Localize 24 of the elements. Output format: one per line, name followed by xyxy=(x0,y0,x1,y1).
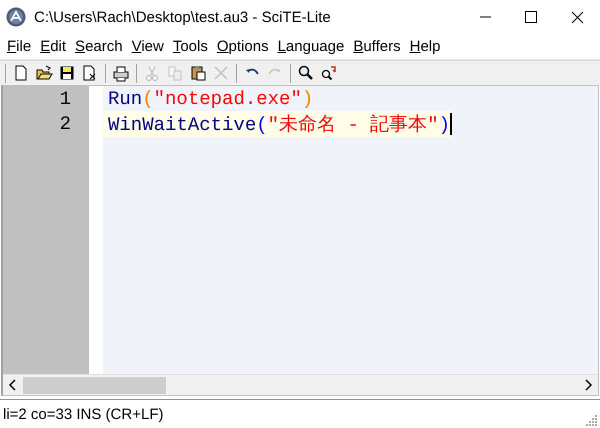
replace-icon[interactable] xyxy=(320,64,338,82)
menu-item[interactable]: Edit xyxy=(36,38,70,55)
menu-item[interactable]: File xyxy=(3,38,36,55)
window-title: C:\Users\Rach\Desktop\test.au3 - SciTE-Lite xyxy=(34,8,332,26)
search-icon[interactable] xyxy=(297,64,315,82)
scrollbar-thumb[interactable] xyxy=(23,376,166,394)
menu-item[interactable]: Search xyxy=(71,38,127,55)
resize-grip-icon[interactable] xyxy=(586,414,598,426)
line-number: 1 xyxy=(58,86,72,111)
menu-item[interactable]: Language xyxy=(274,38,348,55)
line-number: 2 xyxy=(58,112,72,136)
menu-item[interactable]: Options xyxy=(212,38,273,55)
code-line: Run("notepad.exe") xyxy=(107,88,314,110)
status-text: li=2 co=33 INS (CR+LF) xyxy=(3,406,164,422)
printer-icon[interactable] xyxy=(112,64,130,82)
paste-icon[interactable] xyxy=(189,64,207,82)
horizontal-scrollbar[interactable] xyxy=(3,374,598,395)
menu-item[interactable]: Tools xyxy=(168,38,212,55)
menu-item[interactable]: Help xyxy=(406,38,444,55)
open-folder-icon[interactable] xyxy=(35,64,53,82)
app-logo-icon xyxy=(6,7,26,27)
menu-item[interactable]: View xyxy=(128,38,168,55)
text-caret xyxy=(450,113,452,136)
menu-item[interactable]: Buffers xyxy=(349,38,405,55)
